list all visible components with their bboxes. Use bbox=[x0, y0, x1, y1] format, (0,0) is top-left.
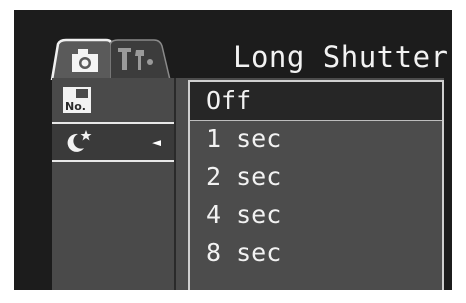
option-off[interactable]: Off bbox=[190, 82, 442, 121]
night-moon-star-icon bbox=[67, 130, 92, 152]
camera-lcd-screen: Long Shutter No. ◄ Off 1 sec 2 sec 4 sec… bbox=[14, 10, 452, 290]
tab-setup[interactable] bbox=[110, 38, 172, 80]
menu-title: Long Shutter bbox=[233, 40, 449, 74]
long-shutter-options: Off 1 sec 2 sec 4 sec 8 sec bbox=[188, 80, 444, 290]
tab-camera[interactable] bbox=[50, 38, 116, 80]
option-2-sec[interactable]: 2 sec bbox=[190, 158, 442, 196]
option-label: 2 sec bbox=[206, 162, 282, 191]
sidebar-item-file-number[interactable]: No. bbox=[52, 82, 174, 118]
option-label: 4 sec bbox=[206, 200, 282, 229]
option-label: 8 sec bbox=[206, 238, 282, 267]
option-4-sec[interactable]: 4 sec bbox=[190, 196, 442, 234]
option-label: 1 sec bbox=[206, 124, 282, 153]
option-label: Off bbox=[206, 86, 252, 115]
option-8-sec[interactable]: 8 sec bbox=[190, 234, 442, 272]
sidebar: No. ◄ bbox=[52, 78, 176, 290]
option-1-sec[interactable]: 1 sec bbox=[190, 120, 442, 158]
file-number-icon: No. bbox=[63, 87, 91, 113]
sidebar-item-night-mode[interactable]: ◄ bbox=[52, 122, 174, 162]
svg-text:No.: No. bbox=[65, 100, 86, 113]
selection-arrow-icon: ◄ bbox=[152, 133, 162, 151]
